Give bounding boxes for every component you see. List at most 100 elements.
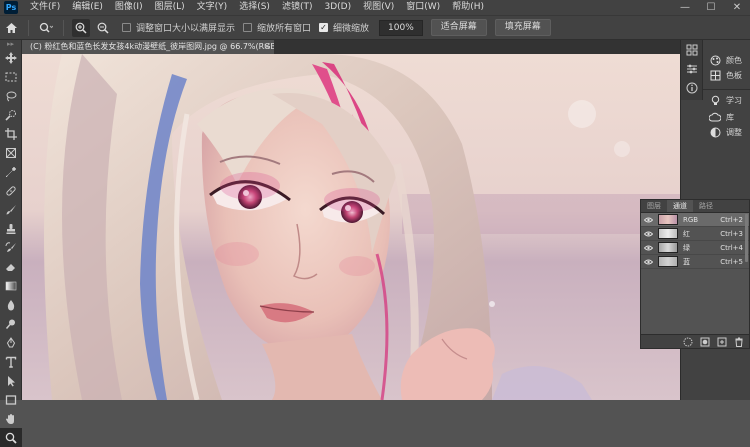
channel-shortcut: Ctrl+5 xyxy=(720,257,743,266)
color-panel-button[interactable]: 颜色 xyxy=(703,53,750,68)
healing-brush-icon[interactable] xyxy=(0,181,22,200)
channel-name: 红 xyxy=(683,229,690,238)
channel-row-rgb[interactable]: RGB Ctrl+2 xyxy=(641,213,749,227)
type-icon[interactable] xyxy=(0,352,22,371)
zoom-icon[interactable] xyxy=(0,428,22,447)
visibility-eye-icon[interactable] xyxy=(644,217,654,223)
gradient-icon[interactable] xyxy=(0,276,22,295)
panel-grip[interactable]: ▸▸ xyxy=(0,40,21,48)
learn-panel-button[interactable]: 学习 xyxy=(703,93,750,108)
frame-icon[interactable] xyxy=(0,143,22,162)
scrubby-zoom-checkbox[interactable]: ✓ xyxy=(319,23,329,32)
adjustments-icon xyxy=(708,126,722,140)
document-tab-bar: (C) 粉红色和蓝色长发女孩4k动漫壁纸_彼岸图网.jpg @ 66.7%(RG… xyxy=(22,40,680,54)
divider xyxy=(703,89,750,90)
channel-thumbnail xyxy=(658,228,678,239)
tab-paths[interactable]: 路径 xyxy=(693,200,719,212)
menu-filter[interactable]: 滤镜(T) xyxy=(276,0,319,15)
menu-help[interactable]: 帮助(H) xyxy=(446,0,490,15)
channel-name: 蓝 xyxy=(683,257,690,266)
menu-view[interactable]: 视图(V) xyxy=(357,0,400,15)
resize-windows-label: 调整窗口大小以满屏显示 xyxy=(136,24,236,34)
menu-edit[interactable]: 编辑(E) xyxy=(66,0,109,15)
menu-bar: Ps 文件(F) 编辑(E) 图像(I) 图层(L) 文字(Y) 选择(S) 滤… xyxy=(0,0,750,15)
maximize-button[interactable]: ☐ xyxy=(698,0,724,15)
menu-image[interactable]: 图像(I) xyxy=(109,0,149,15)
brush-icon[interactable] xyxy=(0,200,22,219)
crop-icon[interactable] xyxy=(0,124,22,143)
menu-window[interactable]: 窗口(W) xyxy=(400,0,446,15)
visibility-eye-icon[interactable] xyxy=(644,259,654,265)
save-selection-icon[interactable] xyxy=(698,336,712,348)
channels-panel: 图层 通道 路径 RGB Ctrl+2 红 Ctrl+3 绿 Ctrl+4 蓝 … xyxy=(640,199,750,349)
delete-channel-icon[interactable] xyxy=(732,336,746,348)
blur-icon[interactable] xyxy=(0,295,22,314)
collapsed-panel-strip xyxy=(681,40,703,100)
document-tab[interactable]: (C) 粉红色和蓝色长发女孩4k动漫壁纸_彼岸图网.jpg @ 66.7%(RG… xyxy=(22,40,274,54)
libraries-panel-label: 库 xyxy=(726,113,734,122)
options-bar: 调整窗口大小以满屏显示 缩放所有窗口 ✓ 细微缩放 100% 适合屏幕 填充屏幕 xyxy=(0,15,750,40)
learn-icon xyxy=(708,94,722,108)
tools-panel: ▸▸ xyxy=(0,40,22,447)
lasso-icon[interactable] xyxy=(0,86,22,105)
zoom-tool-preset-icon[interactable] xyxy=(37,19,55,37)
panel-footer xyxy=(641,334,749,348)
quick-selection-icon[interactable] xyxy=(0,105,22,124)
visibility-eye-icon[interactable] xyxy=(644,231,654,237)
menu-file[interactable]: 文件(F) xyxy=(24,0,66,15)
fit-screen-button[interactable]: 适合屏幕 xyxy=(430,19,487,36)
libraries-icon xyxy=(708,111,722,125)
pen-icon[interactable] xyxy=(0,333,22,352)
channel-shortcut: Ctrl+3 xyxy=(720,229,743,238)
load-selection-icon[interactable] xyxy=(681,336,695,348)
menu-type[interactable]: 文字(Y) xyxy=(191,0,234,15)
document-canvas[interactable] xyxy=(22,54,680,400)
channel-row-red[interactable]: 红 Ctrl+3 xyxy=(641,227,749,241)
channel-row-green[interactable]: 绿 Ctrl+4 xyxy=(641,241,749,255)
resize-windows-checkbox[interactable] xyxy=(122,23,131,32)
swatches-icon xyxy=(708,69,722,83)
properties-panel-icon[interactable] xyxy=(681,59,703,78)
tab-layers[interactable]: 图层 xyxy=(641,200,667,212)
zoom-all-windows-label: 缩放所有窗口 xyxy=(257,24,312,34)
swatches-panel-button[interactable]: 色板 xyxy=(703,68,750,83)
move-tool-icon[interactable] xyxy=(0,48,22,67)
menu-layer[interactable]: 图层(L) xyxy=(149,0,191,15)
fill-screen-button[interactable]: 填充屏幕 xyxy=(494,19,551,36)
path-selection-icon[interactable] xyxy=(0,371,22,390)
scrubby-zoom-label: 细微缩放 xyxy=(333,24,370,34)
zoom-in-icon[interactable] xyxy=(72,18,90,37)
panel-scrollbar[interactable] xyxy=(745,214,748,262)
minimize-button[interactable]: — xyxy=(672,0,698,15)
channel-thumbnail xyxy=(658,256,678,267)
clone-stamp-icon[interactable] xyxy=(0,219,22,238)
zoom-out-icon[interactable] xyxy=(94,19,112,37)
close-window-button[interactable]: ✕ xyxy=(724,0,750,15)
window-controls: — ☐ ✕ xyxy=(672,0,750,15)
close-tab-icon[interactable]: × xyxy=(262,40,272,54)
menu-3d[interactable]: 3D(D) xyxy=(318,0,357,15)
new-channel-icon[interactable] xyxy=(715,336,729,348)
menu-select[interactable]: 选择(S) xyxy=(233,0,276,15)
adjustments-panel-button[interactable]: 调整 xyxy=(703,125,750,140)
home-icon[interactable] xyxy=(2,19,20,37)
divider xyxy=(63,19,64,36)
eraser-icon[interactable] xyxy=(0,257,22,276)
dodge-icon[interactable] xyxy=(0,314,22,333)
artwork-image xyxy=(22,54,680,400)
tab-channels[interactable]: 通道 xyxy=(667,200,693,212)
eyedropper-icon[interactable] xyxy=(0,162,22,181)
document-tab-title: (C) 粉红色和蓝色长发女孩4k动漫壁纸_彼岸图网.jpg @ 66.7%(RG… xyxy=(30,42,274,51)
channel-thumbnail xyxy=(658,214,678,225)
info-panel-icon[interactable] xyxy=(681,78,703,97)
learn-panel-label: 学习 xyxy=(726,96,742,105)
libraries-panel-button[interactable]: 库 xyxy=(703,110,750,125)
history-brush-icon[interactable] xyxy=(0,238,22,257)
channel-row-blue[interactable]: 蓝 Ctrl+5 xyxy=(641,255,749,269)
zoom-all-windows-checkbox[interactable] xyxy=(243,23,253,32)
hand-icon[interactable] xyxy=(0,409,22,428)
zoom-percent-field[interactable]: 100% xyxy=(379,19,423,36)
history-panel-icon[interactable] xyxy=(681,40,703,59)
rectangular-marquee-icon[interactable] xyxy=(0,67,22,86)
visibility-eye-icon[interactable] xyxy=(644,245,654,251)
